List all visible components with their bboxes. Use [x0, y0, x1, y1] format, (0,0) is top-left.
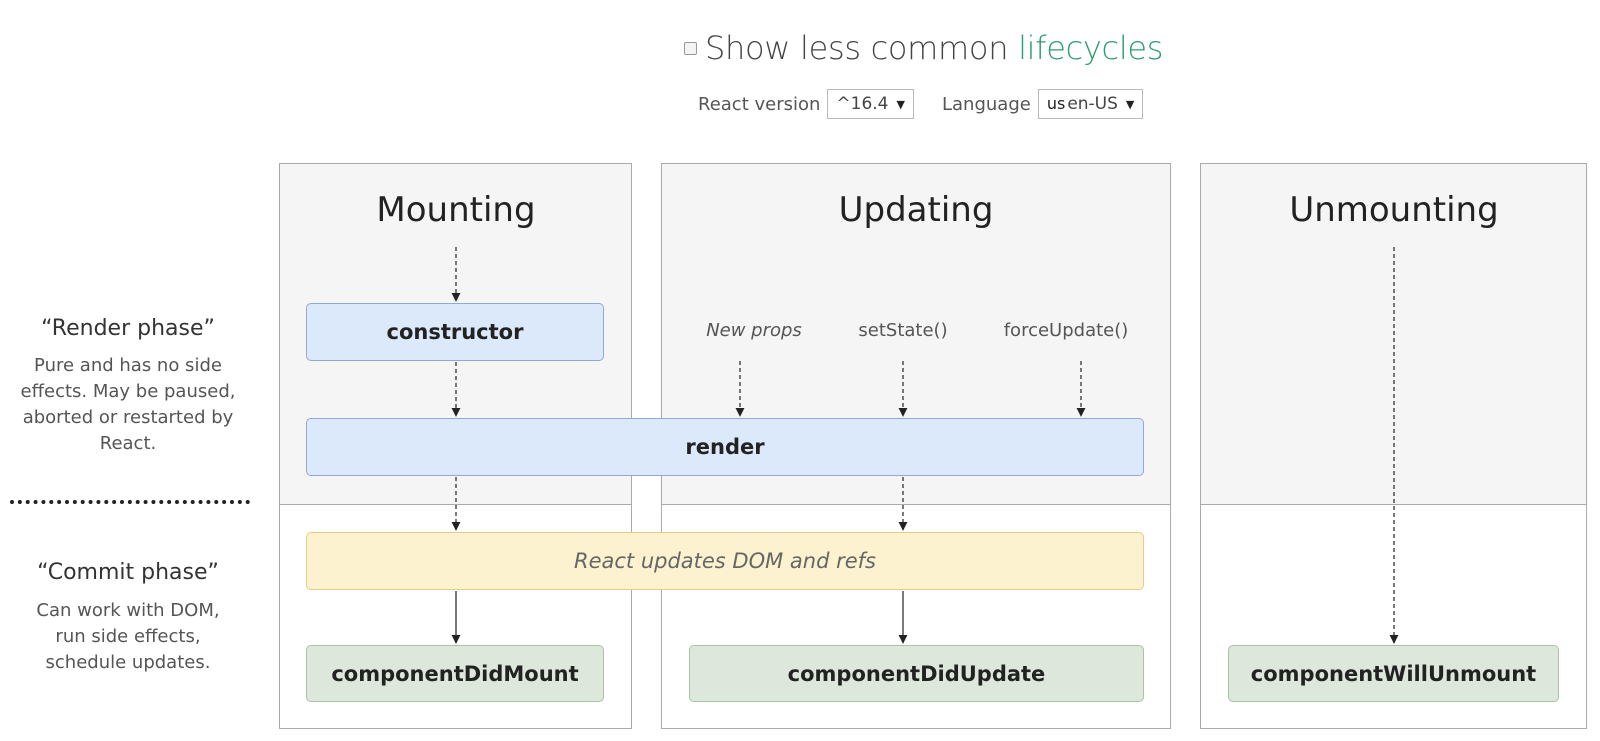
language-select[interactable]: us en-US ▼ — [1037, 89, 1144, 119]
toggle-label: Show less common lifecycles — [705, 29, 1163, 67]
constructor-node: constructor — [306, 303, 604, 361]
component-will-unmount-node: componentWillUnmount — [1228, 645, 1559, 702]
phase-divider — [10, 500, 250, 504]
component-did-update-node: componentDidUpdate — [689, 645, 1144, 702]
flag-icon: us — [1046, 94, 1066, 113]
show-less-common-toggle[interactable]: Show less common lifecycles — [684, 28, 1163, 68]
lifecycles-checkbox[interactable] — [684, 41, 697, 55]
react-version-select[interactable]: ^16.4 ▼ — [827, 89, 914, 119]
chevron-down-icon: ▼ — [896, 97, 905, 111]
react-version-label: React version — [698, 93, 821, 115]
commit-phase-description: Can work with DOM, run side effects, sch… — [36, 600, 220, 673]
trigger-new-props: New props — [706, 320, 802, 341]
commit-phase-title: “Commit phase” — [37, 560, 219, 585]
mounting-title: Mounting — [376, 190, 536, 230]
language-value: en-US — [1067, 94, 1118, 114]
react-version-value: ^16.4 — [836, 94, 889, 114]
trigger-force-update: forceUpdate() — [1003, 320, 1129, 341]
render-phase-description: Pure and has no side effects. May be pau… — [20, 355, 236, 454]
trigger-set-state: setState() — [858, 320, 948, 341]
toggle-label-prefix: Show less common — [705, 29, 1019, 67]
version-language-controls: React version ^16.4 ▼ Language us en-US ▼ — [698, 89, 1144, 119]
language-label: Language — [941, 93, 1031, 115]
component-did-mount-node: componentDidMount — [306, 645, 604, 702]
toggle-label-highlight: lifecycles — [1018, 29, 1164, 67]
dom-update-node: React updates DOM and refs — [306, 532, 1144, 590]
render-phase-title: “Render phase” — [41, 316, 215, 341]
chevron-down-icon: ▼ — [1125, 97, 1135, 111]
render-node: render — [306, 418, 1144, 476]
updating-title: Updating — [838, 190, 994, 230]
unmounting-title: Unmounting — [1289, 190, 1499, 230]
